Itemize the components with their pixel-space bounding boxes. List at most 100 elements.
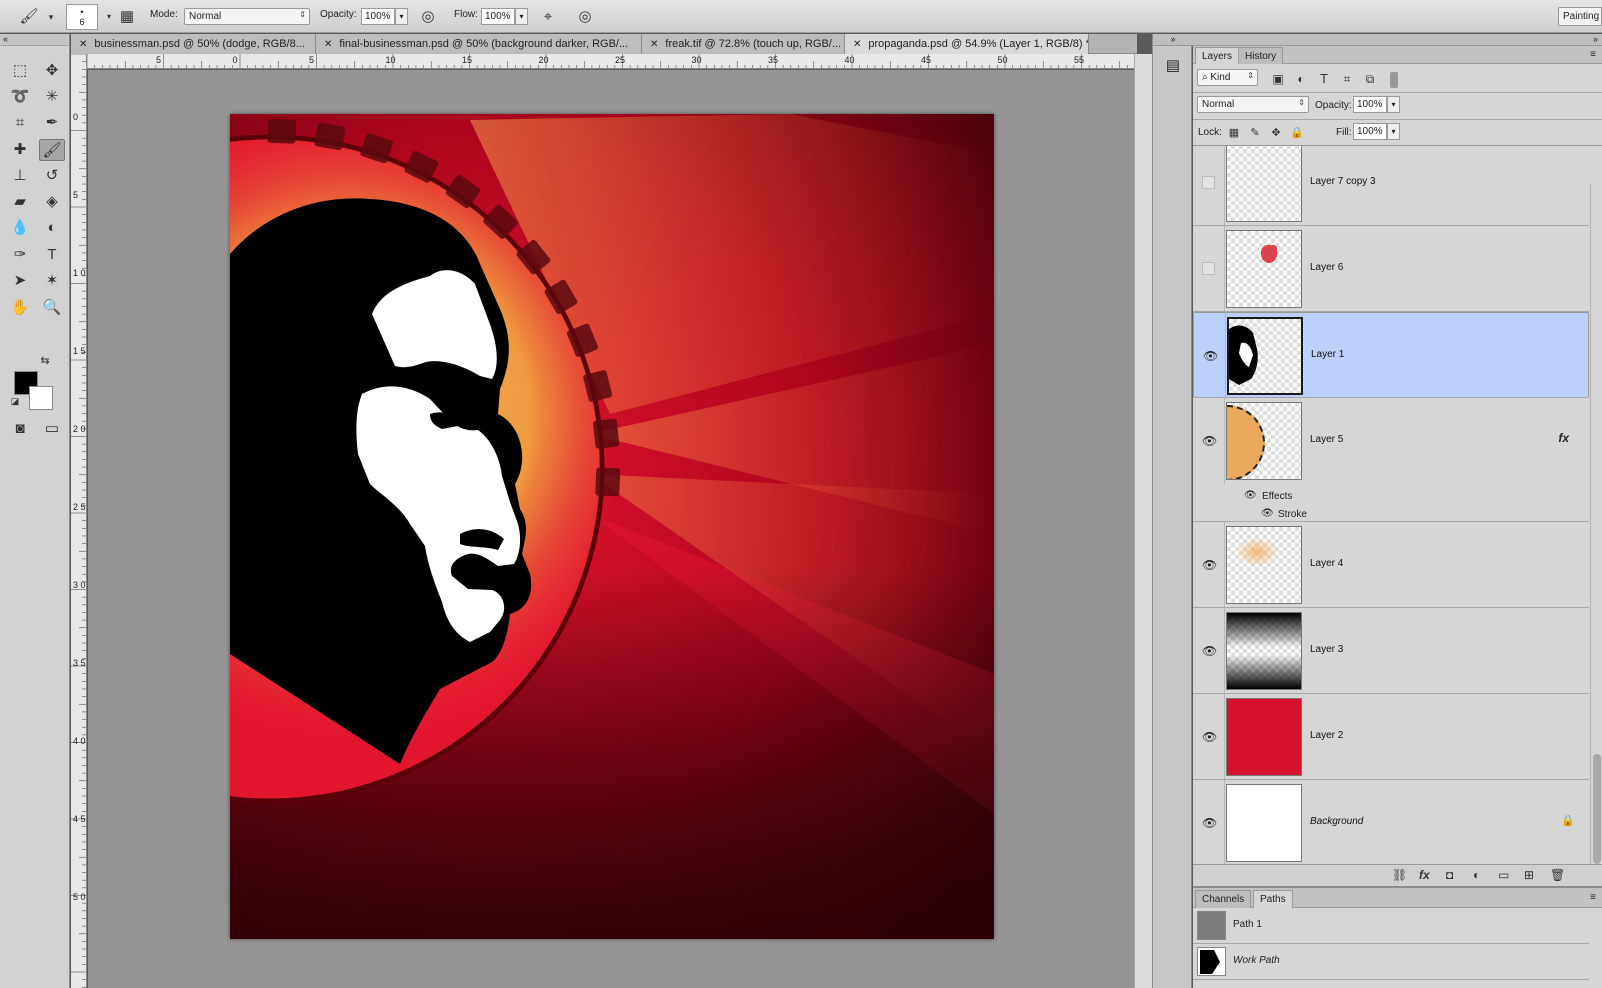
filter-adjustment-icon[interactable]: ◐ [1290, 68, 1312, 90]
panel-dock-icon[interactable]: ▤ [1163, 56, 1183, 78]
panel-menu-icon[interactable]: ≡ [1590, 49, 1596, 60]
close-icon[interactable]: ✕ [79, 39, 87, 50]
link-layers-icon[interactable]: ⛓ [1392, 868, 1407, 882]
marquee-tool-icon[interactable]: ⬚ [7, 60, 33, 82]
layer-row[interactable]: 👁 Layer 3 [1193, 608, 1589, 694]
document-vertical-scrollbar[interactable] [1134, 54, 1152, 988]
layer-row[interactable]: 👁 Background 🔒 [1193, 780, 1589, 864]
panel-menu-icon[interactable]: ≡ [1590, 892, 1596, 903]
stroke-eye-icon[interactable]: 👁 [1261, 508, 1274, 519]
brush-tool-icon[interactable]: 🖌 [39, 139, 65, 161]
quick-mask-icon[interactable]: ◙ [7, 418, 33, 440]
lock-all-icon[interactable]: 🔒 [1286, 122, 1308, 144]
background-color-swatch[interactable] [29, 386, 53, 410]
layer-opacity-input[interactable]: 100% [1353, 96, 1387, 113]
visibility-off-box[interactable] [1202, 262, 1215, 275]
close-icon[interactable]: ✕ [324, 39, 332, 50]
lock-transparency-icon[interactable]: ▦ [1223, 122, 1245, 144]
layer-visibility[interactable]: 👁 [1194, 694, 1225, 779]
new-group-icon[interactable]: ▭ [1498, 868, 1509, 882]
hand-tool-icon[interactable]: ✋ [7, 297, 33, 319]
scrollbar-thumb[interactable] [1593, 754, 1601, 864]
brush-tool-preset-icon[interactable]: 🖌 [18, 6, 40, 28]
horizontal-ruler[interactable]: 5 0 5 10 15 20 25 30 35 40 45 50 55 [87, 54, 1134, 69]
layer-visibility[interactable] [1194, 226, 1225, 311]
paint-bucket-icon[interactable]: ◈ [39, 191, 65, 213]
layer-row-selected[interactable]: 👁 Layer 1 [1193, 312, 1589, 398]
opacity-dropdown-icon[interactable]: ▾ [395, 8, 408, 25]
tab-document-4[interactable]: ✕ propaganda.psd @ 54.9% (Layer 1, RGB/8)… [845, 34, 1089, 54]
crop-tool-icon[interactable]: ⌗ [7, 112, 33, 134]
layer-row[interactable]: 👁 Layer 5 fx 👁 Effects 👁 Stroke [1193, 398, 1589, 522]
filter-pixel-icon[interactable]: ▣ [1267, 68, 1289, 90]
effects-label[interactable]: Effects [1262, 491, 1292, 502]
layer-row[interactable]: 👁 Layer 2 [1193, 694, 1589, 780]
opacity-input[interactable]: 100% [361, 8, 395, 25]
add-mask-icon[interactable]: ◘ [1446, 868, 1453, 882]
vertical-ruler[interactable]: 0 5 1 0 1 5 2 0 2 5 3 0 3 5 4 0 4 5 5 0 [71, 54, 87, 988]
layer-row[interactable]: Layer 7 copy 3 [1193, 146, 1589, 226]
tab-document-1[interactable]: ✕ businessman.psd @ 50% (dodge, RGB/8... [71, 34, 316, 54]
stroke-effect-label[interactable]: Stroke [1278, 509, 1307, 520]
default-colors-icon[interactable]: ◪ [8, 394, 22, 408]
pressure-size-icon[interactable]: ◎ [574, 6, 596, 28]
tab-document-2[interactable]: ✕ final-businessman.psd @ 50% (background… [316, 34, 642, 54]
eye-icon[interactable]: 👁 [1202, 434, 1217, 448]
swap-colors-icon[interactable]: ⇆ [38, 354, 52, 368]
layer-row[interactable]: 👁 Layer 4 [1193, 522, 1589, 608]
magic-wand-icon[interactable]: ✳ [39, 86, 65, 108]
layer-row[interactable]: Layer 6 [1193, 226, 1589, 312]
move-tool-icon[interactable]: ✥ [39, 60, 65, 82]
flow-input[interactable]: 100% [481, 8, 515, 25]
pen-tool-icon[interactable]: ✑ [7, 244, 33, 266]
path-selection-icon[interactable]: ➤ [7, 270, 33, 292]
filter-kind-select[interactable]: ⌕ Kind ⇕ [1197, 69, 1258, 86]
history-brush-icon[interactable]: ↺ [39, 165, 65, 187]
filter-type-icon[interactable]: T [1313, 68, 1335, 90]
layer-visibility[interactable]: 👁 [1194, 398, 1225, 484]
artwork-canvas[interactable] [230, 114, 994, 939]
healing-brush-icon[interactable]: ✚ [7, 139, 33, 161]
path-row[interactable]: Work Path [1193, 944, 1589, 980]
tab-document-3[interactable]: ✕ freak.tif @ 72.8% (touch up, RGB/... [642, 34, 845, 54]
eye-icon[interactable]: 👁 [1202, 730, 1217, 744]
clone-stamp-icon[interactable]: ⊥ [7, 165, 33, 187]
brush-panel-toggle-icon[interactable]: ▦ [116, 6, 138, 28]
layer-visibility[interactable]: 👁 [1194, 608, 1225, 693]
new-layer-icon[interactable]: ⊞ [1524, 868, 1534, 882]
add-style-fx-icon[interactable]: fx [1419, 868, 1430, 882]
shape-tool-icon[interactable]: ✶ [39, 270, 65, 292]
screen-mode-icon[interactable]: ▭ [39, 418, 65, 440]
dock-expand-icon[interactable]: » [1153, 34, 1193, 46]
layers-scrollbar[interactable] [1590, 184, 1602, 864]
fill-dropdown-icon[interactable]: ▾ [1387, 123, 1400, 140]
type-tool-icon[interactable]: T [39, 244, 65, 266]
close-icon[interactable]: ✕ [853, 39, 861, 50]
lasso-tool-icon[interactable]: ➰ [7, 86, 33, 108]
eye-icon[interactable]: 👁 [1202, 816, 1217, 830]
layer-opacity-dropdown-icon[interactable]: ▾ [1387, 96, 1400, 113]
preset-dropdown-icon[interactable]: ▾ [40, 6, 62, 28]
layer-effects-fx-icon[interactable]: fx [1558, 431, 1569, 445]
tab-history[interactable]: History [1238, 47, 1284, 64]
eye-icon[interactable]: 👁 [1202, 558, 1217, 572]
blend-mode-select[interactable]: Normal ⇕ [1197, 96, 1309, 113]
brush-size-picker[interactable]: • 6 [66, 4, 98, 30]
flow-dropdown-icon[interactable]: ▾ [515, 8, 528, 25]
airbrush-icon[interactable]: ⌖ [537, 6, 559, 28]
visibility-off-box[interactable] [1202, 176, 1215, 189]
adjustment-layer-icon[interactable]: ◐ [1473, 868, 1480, 882]
dodge-tool-icon[interactable]: ◐ [39, 217, 65, 239]
zoom-tool-icon[interactable]: 🔍 [39, 297, 65, 319]
tab-layers[interactable]: Layers [1195, 47, 1240, 64]
layer-visibility[interactable] [1194, 146, 1225, 225]
blur-tool-icon[interactable]: 💧 [7, 217, 33, 239]
layer-visibility[interactable]: 👁 [1195, 313, 1226, 397]
fill-input[interactable]: 100% [1353, 123, 1387, 140]
workspace-switcher[interactable]: Painting [1558, 7, 1602, 26]
eyedropper-icon[interactable]: ✒ [39, 112, 65, 134]
eraser-icon[interactable]: ▰ [7, 191, 33, 213]
tab-channels[interactable]: Channels [1195, 890, 1252, 908]
lock-pixels-icon[interactable]: ✎ [1244, 122, 1266, 144]
effects-eye-icon[interactable]: 👁 [1244, 490, 1257, 501]
